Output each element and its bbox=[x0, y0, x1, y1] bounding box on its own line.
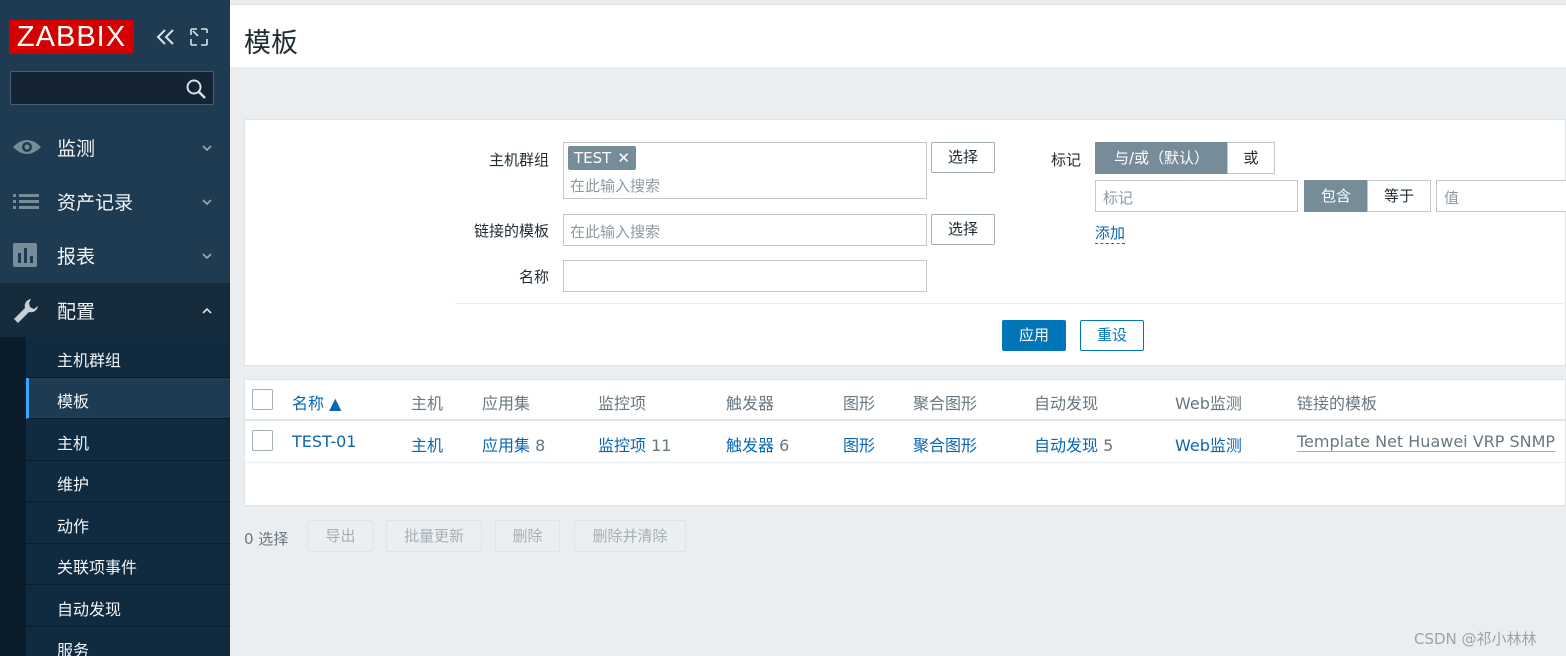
linked-templates-input[interactable]: 在此输入搜索 bbox=[563, 214, 927, 246]
submenu-services[interactable]: 服务 bbox=[26, 627, 230, 656]
name-label: 名称 bbox=[518, 268, 549, 286]
column-graphs: 图形 bbox=[843, 394, 876, 413]
column-name[interactable]: 名称 ▲ bbox=[292, 390, 341, 414]
tag-name-input[interactable]: 标记 bbox=[1095, 180, 1298, 212]
host-groups-multiselect[interactable]: TEST ✕ 在此输入搜索 bbox=[563, 142, 927, 199]
items-cell: 监控项 11 bbox=[598, 432, 671, 456]
page-title: 模板 bbox=[244, 28, 298, 59]
submenu-templates[interactable]: 模板 bbox=[26, 378, 230, 419]
reset-button[interactable]: 重设 bbox=[1080, 320, 1144, 351]
chevron-up-icon bbox=[200, 301, 214, 315]
tag-value-input[interactable]: 值 bbox=[1436, 180, 1566, 212]
delete-and-clear-button[interactable]: 删除并清除 bbox=[574, 520, 686, 552]
filter-panel: 主机群组 TEST ✕ 在此输入搜索 选择 链接的模板 在此输入搜索 选择 名称 … bbox=[244, 119, 1566, 366]
menu-label: 资产记录 bbox=[57, 192, 134, 214]
template-name-link[interactable]: TEST-01 bbox=[292, 432, 356, 451]
tag-and-or-toggle[interactable]: 与/或（默认） bbox=[1095, 142, 1228, 174]
sidebar: ZABBIX 监测 资产记录 报表 配置 主机群组 模板 主机 维护 动作 关联… bbox=[0, 0, 230, 656]
host-group-chip[interactable]: TEST ✕ bbox=[568, 146, 636, 170]
bar-chart-icon bbox=[11, 241, 43, 269]
menu-monitoring[interactable]: 监测 bbox=[0, 120, 230, 174]
triggers-count: 6 bbox=[779, 436, 790, 455]
watermark: CSDN @祁小林林 bbox=[1414, 630, 1537, 648]
column-items: 监控项 bbox=[598, 394, 647, 413]
column-screens: 聚合图形 bbox=[913, 394, 978, 413]
tags-label: 标记 bbox=[1050, 151, 1081, 169]
apply-button[interactable]: 应用 bbox=[1002, 320, 1066, 351]
select-host-groups-button[interactable]: 选择 bbox=[931, 142, 995, 173]
select-all-checkbox[interactable] bbox=[252, 389, 273, 410]
zabbix-logo[interactable]: ZABBIX bbox=[9, 20, 134, 54]
selected-count: 0 选择 bbox=[244, 530, 289, 548]
add-tag-link[interactable]: 添加 bbox=[1095, 222, 1126, 244]
tag-or-toggle[interactable]: 或 bbox=[1227, 142, 1275, 174]
submenu-maintenance[interactable]: 维护 bbox=[26, 461, 230, 502]
column-hosts: 主机 bbox=[411, 394, 444, 413]
menu-label: 配置 bbox=[57, 301, 96, 323]
eye-icon bbox=[11, 133, 43, 161]
linked-template-link[interactable]: Template Net Huawei VRP SNMP bbox=[1297, 432, 1556, 452]
host-groups-placeholder: 在此输入搜索 bbox=[570, 177, 661, 195]
menu-label: 监测 bbox=[57, 138, 96, 160]
column-discovery: 自动发现 bbox=[1034, 394, 1099, 413]
items-count: 11 bbox=[651, 436, 672, 455]
screens-link[interactable]: 聚合图形 bbox=[913, 432, 977, 456]
chevron-down-icon bbox=[200, 192, 214, 206]
export-button[interactable]: 导出 bbox=[308, 520, 373, 552]
applications-cell: 应用集 8 bbox=[482, 432, 545, 456]
search-icon[interactable] bbox=[185, 78, 207, 100]
column-linked-templates: 链接的模板 bbox=[1297, 394, 1378, 413]
templates-table: 名称 ▲ 主机 应用集 监控项 触发器 图形 聚合图形 自动发现 Web监测 链… bbox=[244, 379, 1566, 506]
items-link[interactable]: 监控项 bbox=[598, 436, 646, 455]
applications-link[interactable]: 应用集 bbox=[482, 436, 530, 455]
hosts-link[interactable]: 主机 bbox=[411, 432, 443, 456]
list-icon bbox=[11, 187, 43, 215]
filter-divider bbox=[455, 303, 1566, 304]
name-input[interactable] bbox=[563, 260, 927, 292]
kiosk-mode-icon[interactable] bbox=[186, 24, 212, 50]
menu-label: 报表 bbox=[57, 246, 96, 268]
page-header: 模板 bbox=[230, 4, 1566, 67]
table-header: 名称 ▲ 主机 应用集 监控项 触发器 图形 聚合图形 自动发现 Web监测 链… bbox=[245, 380, 1565, 421]
linked-templates-placeholder: 在此输入搜索 bbox=[570, 223, 661, 241]
sidebar-search-input[interactable] bbox=[10, 71, 214, 105]
wrench-icon bbox=[11, 296, 43, 324]
graphs-link[interactable]: 图形 bbox=[843, 432, 875, 456]
menu-inventory[interactable]: 资产记录 bbox=[0, 174, 230, 228]
tag-equals-toggle[interactable]: 等于 bbox=[1367, 180, 1431, 212]
submenu-hosts[interactable]: 主机 bbox=[26, 420, 230, 461]
close-icon[interactable]: ✕ bbox=[617, 149, 630, 167]
table-row: TEST-01 主机 应用集 8 监控项 11 触发器 6 图形 聚合图形 自动… bbox=[245, 422, 1565, 463]
linked-templates-label: 链接的模板 bbox=[473, 222, 549, 240]
chevron-down-icon bbox=[200, 246, 214, 260]
applications-count: 8 bbox=[535, 436, 546, 455]
configuration-submenu: 主机群组 模板 主机 维护 动作 关联项事件 自动发现 服务 bbox=[26, 337, 230, 656]
menu-configuration[interactable]: 配置 bbox=[0, 283, 230, 337]
triggers-link[interactable]: 触发器 bbox=[726, 436, 774, 455]
tag-placeholder: 标记 bbox=[1103, 189, 1134, 207]
submenu-host-groups[interactable]: 主机群组 bbox=[26, 337, 230, 378]
column-web: Web监测 bbox=[1175, 394, 1242, 413]
menu-reports[interactable]: 报表 bbox=[0, 228, 230, 282]
value-placeholder: 值 bbox=[1444, 189, 1460, 207]
chevron-down-icon bbox=[200, 138, 214, 152]
row-checkbox[interactable] bbox=[252, 430, 273, 451]
column-applications: 应用集 bbox=[482, 394, 531, 413]
submenu-actions[interactable]: 动作 bbox=[26, 503, 230, 544]
column-triggers: 触发器 bbox=[726, 394, 775, 413]
submenu-discovery[interactable]: 自动发现 bbox=[26, 586, 230, 627]
delete-button[interactable]: 删除 bbox=[495, 520, 560, 552]
triggers-cell: 触发器 6 bbox=[726, 432, 789, 456]
discovery-count: 5 bbox=[1103, 436, 1114, 455]
host-groups-label: 主机群组 bbox=[488, 151, 549, 169]
tag-contains-toggle[interactable]: 包含 bbox=[1304, 180, 1368, 212]
discovery-cell: 自动发现 5 bbox=[1034, 432, 1113, 456]
select-linked-templates-button[interactable]: 选择 bbox=[931, 214, 995, 245]
submenu-indent bbox=[0, 337, 26, 656]
mass-update-button[interactable]: 批量更新 bbox=[386, 520, 482, 552]
submenu-event-correlation[interactable]: 关联项事件 bbox=[26, 544, 230, 585]
collapse-sidebar-icon[interactable] bbox=[153, 24, 179, 50]
discovery-link[interactable]: 自动发现 bbox=[1034, 436, 1098, 455]
web-link[interactable]: Web监测 bbox=[1175, 432, 1242, 456]
